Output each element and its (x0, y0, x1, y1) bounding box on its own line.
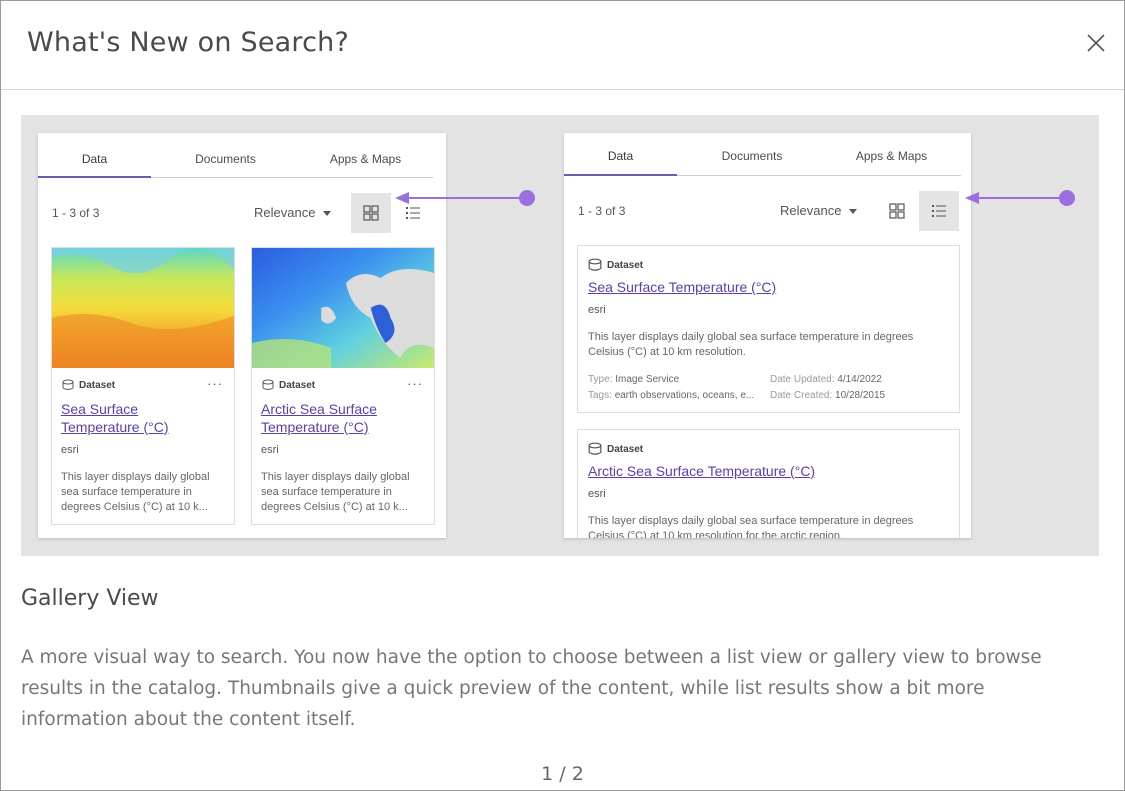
item-owner: esri (61, 444, 79, 456)
page-indicator: 1 / 2 (541, 763, 584, 785)
tab-bar: Data Documents Apps & Maps (38, 133, 446, 178)
desc-line: This layer displays daily global (61, 471, 210, 483)
item-description: This layer displays daily global sea sur… (61, 470, 210, 515)
title-line: Arctic Sea Surface (261, 401, 377, 417)
close-icon (1087, 34, 1105, 52)
sea-temperature-thumbnail (52, 248, 234, 368)
tab-data[interactable]: Data (564, 133, 677, 174)
desc-line: This layer displays daily global sea sur… (588, 331, 914, 343)
chevron-down-icon (849, 209, 858, 215)
list-view-panel: Data Documents Apps & Maps 1 - 3 of 3 Re… (564, 133, 971, 538)
close-button[interactable] (1084, 31, 1108, 55)
database-icon (262, 379, 274, 390)
tab-documents[interactable]: Documents (178, 133, 273, 177)
meta-value: earth observations, oceans, e... (614, 390, 755, 401)
gallery-card[interactable]: Dataset ··· Arctic Sea Surface Temperatu… (251, 247, 435, 525)
meta-value: Image Service (615, 374, 680, 385)
whats-new-dialog: What's New on Search? Data Documents App… (0, 0, 1125, 791)
item-title-link[interactable]: Arctic Sea Surface Temperature (°C) (588, 462, 815, 480)
title-line: Temperature (°C) (261, 419, 369, 435)
date-created-meta: Date Created: 10/28/2015 (770, 390, 885, 401)
item-owner: esri (588, 488, 606, 500)
item-type-label: Dataset (607, 443, 644, 455)
item-tags-meta: Tags: earth observations, oceans, e... (588, 390, 754, 401)
gallery-view-button[interactable] (877, 191, 917, 231)
item-type: Dataset (588, 258, 643, 272)
list-icon (932, 205, 946, 217)
dialog-title: What's New on Search? (27, 27, 349, 58)
tab-data[interactable]: Data (38, 133, 151, 177)
item-owner: esri (588, 304, 606, 316)
feature-preview-image: Data Documents Apps & Maps 1 - 3 of 3 Re… (21, 115, 1099, 556)
sort-dropdown[interactable]: Relevance (780, 203, 858, 218)
date-updated-meta: Date Updated: 4/14/2022 (770, 374, 882, 385)
chevron-down-icon (323, 211, 332, 217)
active-tab-indicator (564, 174, 677, 176)
item-type-label: Dataset (279, 379, 316, 391)
desc-line: sea surface temperature in (61, 486, 192, 498)
item-description: This layer displays daily global sea sur… (588, 330, 958, 360)
item-title-link[interactable]: Arctic Sea Surface Temperature (°C) (261, 400, 377, 436)
grid-icon (889, 203, 905, 219)
tab-apps-maps[interactable]: Apps & Maps (839, 133, 944, 174)
item-description: This layer displays daily global sea sur… (588, 514, 958, 538)
list-view-button[interactable] (919, 191, 959, 231)
arctic-temperature-thumbnail (252, 248, 434, 368)
desc-line: sea surface temperature in (261, 486, 392, 498)
sort-label: Relevance (780, 203, 842, 218)
item-type-meta: Type: Image Service (588, 374, 679, 385)
database-icon (588, 258, 602, 271)
pointer-arrow (395, 190, 535, 206)
sort-dropdown[interactable]: Relevance (254, 205, 332, 220)
meta-value: 10/28/2015 (835, 390, 886, 401)
desc-line: degrees Celsius (°C) at 10 k... (61, 501, 208, 513)
desc-line: Celsius (°C) at 10 km resolution for the… (588, 530, 844, 538)
tab-bar: Data Documents Apps & Maps (564, 133, 971, 177)
tab-documents[interactable]: Documents (704, 133, 800, 174)
desc-line: Celsius (°C) at 10 km resolution. (588, 346, 746, 358)
pointer-arrow (965, 190, 1075, 206)
item-title-link[interactable]: Sea Surface Temperature (°C) (61, 400, 169, 436)
meta-label: Tags: (588, 390, 612, 401)
active-tab-indicator (38, 176, 151, 178)
gallery-view-panel: Data Documents Apps & Maps 1 - 3 of 3 Re… (38, 133, 446, 538)
gallery-card[interactable]: Dataset ··· Sea Surface Temperature (°C)… (51, 247, 235, 525)
title-line: Sea Surface (61, 401, 139, 417)
item-type: Dataset (262, 379, 315, 391)
database-icon (62, 379, 74, 390)
result-count: 1 - 3 of 3 (578, 204, 626, 218)
sort-label: Relevance (254, 205, 316, 220)
meta-value: 4/14/2022 (837, 374, 882, 385)
section-description: A more visual way to search. You now hav… (21, 647, 1042, 730)
item-type: Dataset (62, 379, 115, 391)
desc-line: This layer displays daily global (261, 471, 410, 483)
title-line: Temperature (°C) (61, 419, 169, 435)
meta-label: Date Updated: (770, 374, 835, 385)
list-item[interactable]: Dataset Arctic Sea Surface Temperature (… (577, 429, 960, 538)
gallery-view-button[interactable] (351, 193, 391, 233)
grid-icon (363, 205, 379, 221)
item-title-link[interactable]: Sea Surface Temperature (°C) (588, 278, 776, 296)
more-options-icon[interactable]: ··· (407, 376, 423, 391)
meta-label: Type: (588, 374, 613, 385)
item-type-label: Dataset (79, 379, 116, 391)
desc-line: This layer displays daily global sea sur… (588, 515, 914, 527)
list-item[interactable]: Dataset Sea Surface Temperature (°C) esr… (577, 245, 960, 413)
dialog-header: What's New on Search? (1, 1, 1124, 90)
section-title: Gallery View (21, 586, 159, 611)
tab-apps-maps[interactable]: Apps & Maps (313, 133, 418, 177)
result-count: 1 - 3 of 3 (52, 206, 100, 220)
desc-line: degrees Celsius (°C) at 10 k... (261, 501, 408, 513)
more-options-icon[interactable]: ··· (207, 376, 223, 391)
meta-label: Date Created: (770, 390, 833, 401)
database-icon (588, 442, 602, 455)
item-type: Dataset (588, 442, 643, 456)
item-type-label: Dataset (607, 259, 644, 271)
item-description: This layer displays daily global sea sur… (261, 470, 410, 515)
item-owner: esri (261, 444, 279, 456)
